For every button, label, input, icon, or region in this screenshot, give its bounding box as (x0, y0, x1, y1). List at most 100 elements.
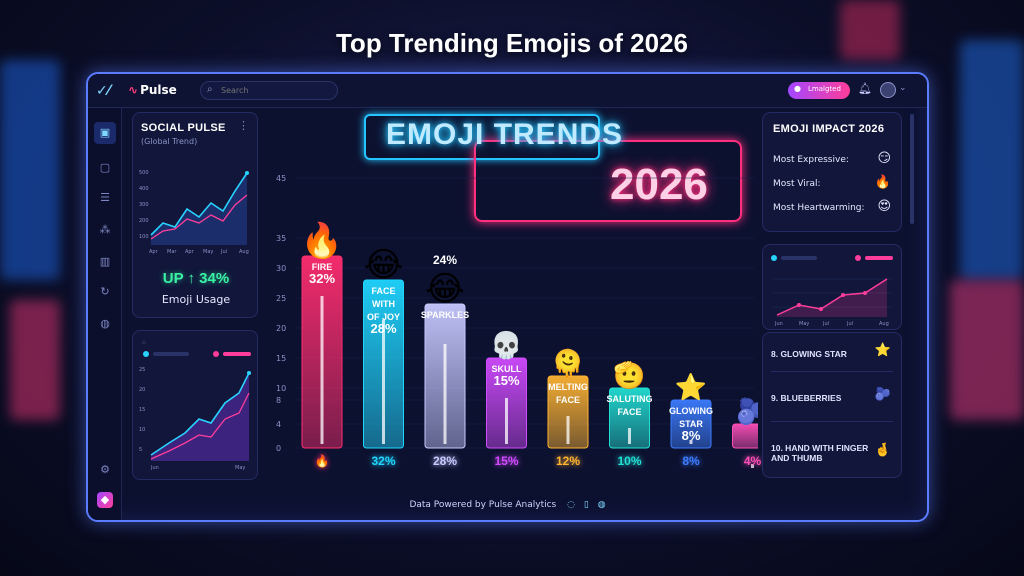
impact-title: EMOJI IMPACT 2026 (773, 123, 885, 135)
avatar[interactable] (880, 82, 896, 98)
main-ytick-9: 0 (276, 444, 281, 453)
legend-bar-2 (223, 352, 251, 356)
rc-xtick-2: Jul (822, 321, 829, 327)
app-name[interactable]: ∿ Pulse (128, 83, 177, 97)
social-pulse-subtitle: (Global Trend) (141, 137, 198, 146)
sp-ytick-2: 300 (139, 202, 149, 208)
network-icon[interactable]: ⁂ (97, 222, 113, 238)
c2-ytick-1: 20 (139, 387, 145, 393)
sp-ytick-4: 100 (139, 234, 149, 240)
bar-streak-1 (382, 320, 385, 444)
bar-label-0-1: 32% (309, 271, 335, 286)
bar-emoji-7: 🫐 (736, 396, 758, 427)
app-window: ✓⁄ ∿Pulse ⌕ ● Lmalgted 🔔︎ ⌄ ▣ ▢ ☰ ⁂ ▥ ↻ … (86, 72, 929, 522)
main-chart-panel: EMOJI TRENDS 2026 45 35 30 25 20 15 10 8 4 0 🔥 FIRE… (274, 112, 761, 500)
app-name-label: Pulse (140, 83, 177, 97)
sp-xtick-0: Apr (149, 249, 159, 255)
main-ytick-6: 10 (276, 384, 286, 393)
bar-label-6-0: GLOWING (669, 406, 713, 416)
rc-point-2 (819, 307, 823, 311)
more-options-icon[interactable]: ⋮ (238, 119, 249, 132)
rc-point-4 (863, 291, 867, 295)
rc-xtick-1: May (799, 321, 809, 327)
footer-text: Data Powered by Pulse Analytics (409, 500, 557, 510)
status-pill[interactable]: ● Lmalgted (788, 82, 850, 99)
document-icon[interactable]: ☰ (97, 190, 113, 206)
legend-dot-cyan (143, 351, 149, 357)
chat-icon: ● (794, 84, 801, 93)
rc-point-3 (841, 293, 845, 297)
sidebar: ▣ ▢ ☰ ⁂ ▥ ↻ ◍ ⚙ ◆ (88, 108, 122, 520)
bar-streak-0 (320, 296, 324, 444)
globe-icon[interactable]: ◍ (97, 316, 113, 332)
main-ytick-1: 35 (276, 234, 286, 243)
globe-footer-icon[interactable]: ◍ (598, 500, 606, 510)
rc-legend-bar-2 (865, 256, 893, 260)
search-box[interactable]: ⌕ (200, 81, 338, 100)
bar-label-1-3: 28% (370, 321, 396, 336)
bar-label-5-1: FACE (617, 407, 641, 417)
blueberries-icon: 🫐 (874, 387, 891, 402)
bar-label-2-0: SPARKLES (421, 310, 469, 320)
bell-icon[interactable]: 🔔︎ (858, 82, 872, 95)
main-ytick-3: 25 (276, 294, 286, 303)
impact-card: EMOJI IMPACT 2026 Most Expressive: 😏 Mos… (762, 112, 902, 232)
rc-legend-dot-pink (855, 255, 861, 261)
gear-icon[interactable]: ⚙ (97, 462, 113, 478)
home-icon[interactable]: ▣ (94, 122, 116, 144)
fire-emoji-icon: 🔥 (874, 175, 891, 190)
usage-stat-label: Emoji Usage (161, 293, 231, 306)
bg-building-left2 (10, 300, 60, 420)
sp-xtick-2: Apr (185, 249, 195, 255)
heart-pct-label: 24% (433, 253, 457, 267)
heart-eyes-emoji-icon: 😍 (877, 199, 891, 214)
bottom-label-4: 12% (555, 454, 581, 468)
smirk-emoji-icon: 😏 (877, 151, 891, 166)
legend-dot-pink (213, 351, 219, 357)
phone-icon[interactable]: ▯ (584, 500, 589, 510)
c2-ytick-3: 10 (139, 427, 145, 433)
bottom-label-3: 15% (494, 454, 519, 468)
bottom-label-2: 28% (432, 454, 458, 468)
trend-card-2: ⁘ 25 20 15 10 5 Jun May (132, 330, 258, 480)
profile-icon[interactable]: ▢ (97, 160, 113, 176)
bar-label-1-0: FACE (371, 286, 395, 296)
c2-ytick-0: 25 (139, 367, 145, 373)
bar-7[interactable] (732, 423, 759, 449)
sp-xtick-5: Aug (239, 249, 249, 255)
rank-card: 8. GLOWING STAR ⭐ 9. BLUEBERRIES 🫐 10. H… (762, 332, 902, 478)
crossed-fingers-icon: 🤞 (874, 443, 891, 458)
bar-emoji-1: 😂 (364, 245, 404, 285)
search-input[interactable] (221, 84, 331, 97)
bar-label-1-1: WITH (372, 299, 395, 309)
sp-ytick-0: 500 (139, 170, 149, 176)
impact-row-1-label: Most Viral: (773, 179, 821, 189)
bar-chart-icon[interactable]: ▥ (97, 254, 113, 270)
c2-xtick-0: Jun (150, 465, 159, 471)
sp-xtick-4: Jul (220, 249, 227, 255)
status-pill-label: Lmalgted (808, 85, 841, 93)
main-ytick-2: 30 (276, 264, 286, 273)
refresh-icon[interactable]: ↻ (97, 284, 113, 300)
trend-chart-2: 25 20 15 10 5 Jun May (139, 367, 251, 471)
bottom-label-5: 10% (617, 454, 642, 468)
chat-bubble-icon[interactable]: ◌ (567, 500, 575, 510)
usage-stat: UP ↑ 34% (162, 270, 230, 287)
bg-building-right (960, 40, 1024, 280)
bottom-label-1: 32% (371, 454, 396, 468)
bar-streak-5 (628, 428, 631, 444)
c2-ytick-4: 5 (139, 447, 142, 453)
pulse-logo-icon[interactable]: ✓⁄ (96, 83, 110, 99)
bar-label-6-2: 8% (682, 428, 701, 443)
rank-divider-1 (771, 371, 893, 372)
chevron-down-icon[interactable]: ⌄ (899, 83, 907, 93)
bar-label-5-0: SALUTING (607, 394, 653, 404)
social-pulse-chart: 500 400 300 200 100 Apr Mar Apr May Jul … (139, 170, 249, 255)
card2-icon: ⁘ (141, 339, 147, 347)
rank-row-9: 9. BLUEBERRIES (771, 393, 842, 403)
rc-xtick-3: Jul (846, 321, 853, 327)
scrollbar[interactable] (910, 114, 914, 224)
rc-area (777, 279, 887, 317)
bar-label-3-1: 15% (493, 373, 519, 388)
bottom-label-6: 8% (682, 454, 700, 468)
